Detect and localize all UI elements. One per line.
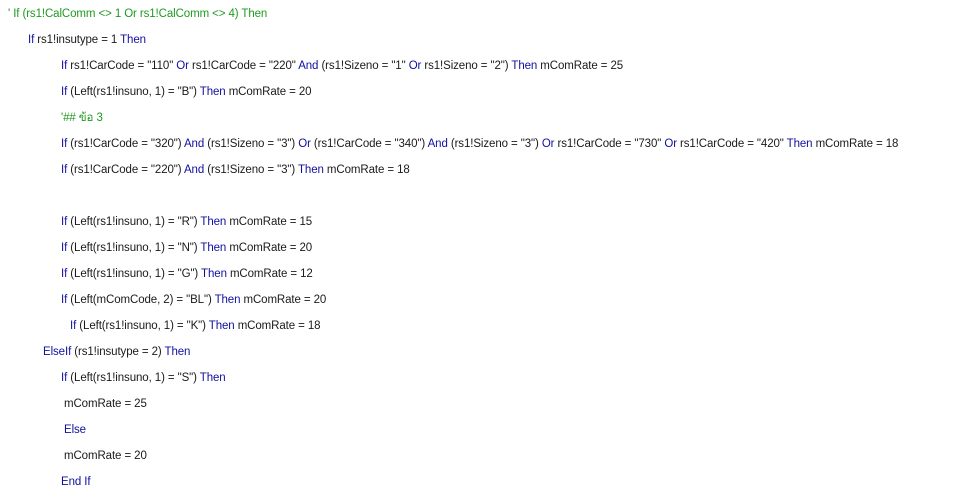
code-text: mComRate = 18 xyxy=(234,320,321,332)
code-keyword: End If xyxy=(61,476,91,488)
code-text: mComRate = 20 xyxy=(226,242,313,254)
code-text: rs1!Sizeno = "2") xyxy=(421,60,512,72)
code-text: mComRate = 20 xyxy=(225,86,312,98)
code-keyword: And xyxy=(298,60,319,72)
code-text: mComRate = 20 xyxy=(240,294,327,306)
code-line-4: If (Left(rs1!insuno, 1) = "B") Then mCom… xyxy=(61,82,312,102)
code-text: mComRate = 25 xyxy=(64,398,147,410)
code-line-12: If (Left(mComCode, 2) = "BL") Then mComR… xyxy=(61,290,326,310)
code-keyword: Then xyxy=(214,294,241,306)
code-line-19: End If xyxy=(61,472,91,492)
code-text: (rs1!CarCode = "220") xyxy=(67,164,184,176)
code-keyword: Then xyxy=(200,242,227,254)
code-line-14: ElseIf (rs1!insutype = 2) Then xyxy=(43,342,190,362)
code-text: rs1!CarCode = "110" xyxy=(67,60,177,72)
code-text: rs1!CarCode = "730" xyxy=(554,138,665,150)
code-keyword: Or xyxy=(176,60,189,72)
code-line-1: ' If (rs1!CalComm <> 1 Or rs1!CalComm <>… xyxy=(8,4,267,24)
code-text: (Left(rs1!insuno, 1) = "R") xyxy=(67,216,201,228)
code-keyword: Then xyxy=(786,138,813,150)
code-line-5: '## ข้อ 3 xyxy=(61,108,103,128)
code-text: (rs1!Sizeno = "3") xyxy=(204,138,299,150)
code-text: (Left(rs1!insuno, 1) = "G") xyxy=(67,268,202,280)
code-keyword: Then xyxy=(164,346,191,358)
code-keyword: And xyxy=(183,164,205,176)
code-text: mComRate = 12 xyxy=(226,268,313,280)
code-line-10: If (Left(rs1!insuno, 1) = "N") Then mCom… xyxy=(61,238,312,258)
code-comment: ' If (rs1!CalComm <> 1 Or rs1!CalComm <>… xyxy=(8,8,268,20)
code-text: (rs1!CarCode = "340") xyxy=(310,138,428,150)
code-line-3: If rs1!CarCode = "110" Or rs1!CarCode = … xyxy=(61,56,623,76)
code-text: mComRate = 20 xyxy=(64,450,147,462)
code-text: mComRate = 25 xyxy=(537,60,624,72)
code-keyword: Or xyxy=(298,138,311,150)
code-text: (Left(mComCode, 2) = "BL") xyxy=(67,294,215,306)
code-text: (rs1!insutype = 2) xyxy=(71,346,165,358)
code-keyword: Then xyxy=(200,216,227,228)
code-keyword: Then xyxy=(201,268,227,280)
code-text: rs1!insutype = 1 xyxy=(34,34,121,46)
code-keyword: Or xyxy=(664,138,677,150)
code-keyword: Then xyxy=(511,60,538,72)
code-text: (Left(rs1!insuno, 1) = "K") xyxy=(76,320,209,332)
code-text: mComRate = 18 xyxy=(812,138,899,150)
code-comment: '## ข้อ 3 xyxy=(61,112,103,124)
code-text: (rs1!Sizeno = "3") xyxy=(447,138,542,150)
code-keyword: And xyxy=(183,138,205,150)
code-text: mComRate = 15 xyxy=(226,216,313,228)
code-line-15: If (Left(rs1!insuno, 1) = "S") Then xyxy=(61,368,226,388)
code-keyword: Or xyxy=(541,138,555,150)
code-keyword: Then xyxy=(199,86,226,98)
code-line-18: mComRate = 20 xyxy=(64,446,147,466)
code-text: mComRate = 18 xyxy=(323,164,410,176)
code-text: (rs1!CarCode = "320") xyxy=(67,138,184,150)
code-keyword: Then xyxy=(298,164,324,176)
code-keyword: Else xyxy=(64,424,86,436)
code-line-13: If (Left(rs1!insuno, 1) = "K") Then mCom… xyxy=(70,316,321,336)
code-line-9: If (Left(rs1!insuno, 1) = "R") Then mCom… xyxy=(61,212,312,232)
code-line-7: If (rs1!CarCode = "220") And (rs1!Sizeno… xyxy=(61,160,410,180)
code-line-6: If (rs1!CarCode = "320") And (rs1!Sizeno… xyxy=(61,134,898,154)
code-text: (Left(rs1!insuno, 1) = "B") xyxy=(67,86,200,98)
code-text: (rs1!Sizeno = "3") xyxy=(204,164,298,176)
code-text: (rs1!Sizeno = "1" xyxy=(318,60,409,72)
code-text: (Left(rs1!insuno, 1) = "S") xyxy=(67,372,200,384)
code-keyword: ElseIf xyxy=(43,346,72,358)
code-line-11: If (Left(rs1!insuno, 1) = "G") Then mCom… xyxy=(61,264,313,284)
code-text: rs1!CarCode = "420" xyxy=(676,138,787,150)
code-line-16: mComRate = 25 xyxy=(64,394,147,414)
code-text: rs1!CarCode = "220" xyxy=(188,60,299,72)
code-listing: ' If (rs1!CalComm <> 1 Or rs1!CalComm <>… xyxy=(0,0,980,494)
code-line-2: If rs1!insutype = 1 Then xyxy=(28,30,146,50)
code-text: (Left(rs1!insuno, 1) = "N") xyxy=(67,242,201,254)
code-keyword: Or xyxy=(408,60,422,72)
code-keyword: Then xyxy=(199,372,226,384)
code-keyword: Then xyxy=(120,34,146,46)
code-keyword: And xyxy=(427,138,448,150)
code-keyword: Then xyxy=(208,320,235,332)
code-line-17: Else xyxy=(64,420,86,440)
